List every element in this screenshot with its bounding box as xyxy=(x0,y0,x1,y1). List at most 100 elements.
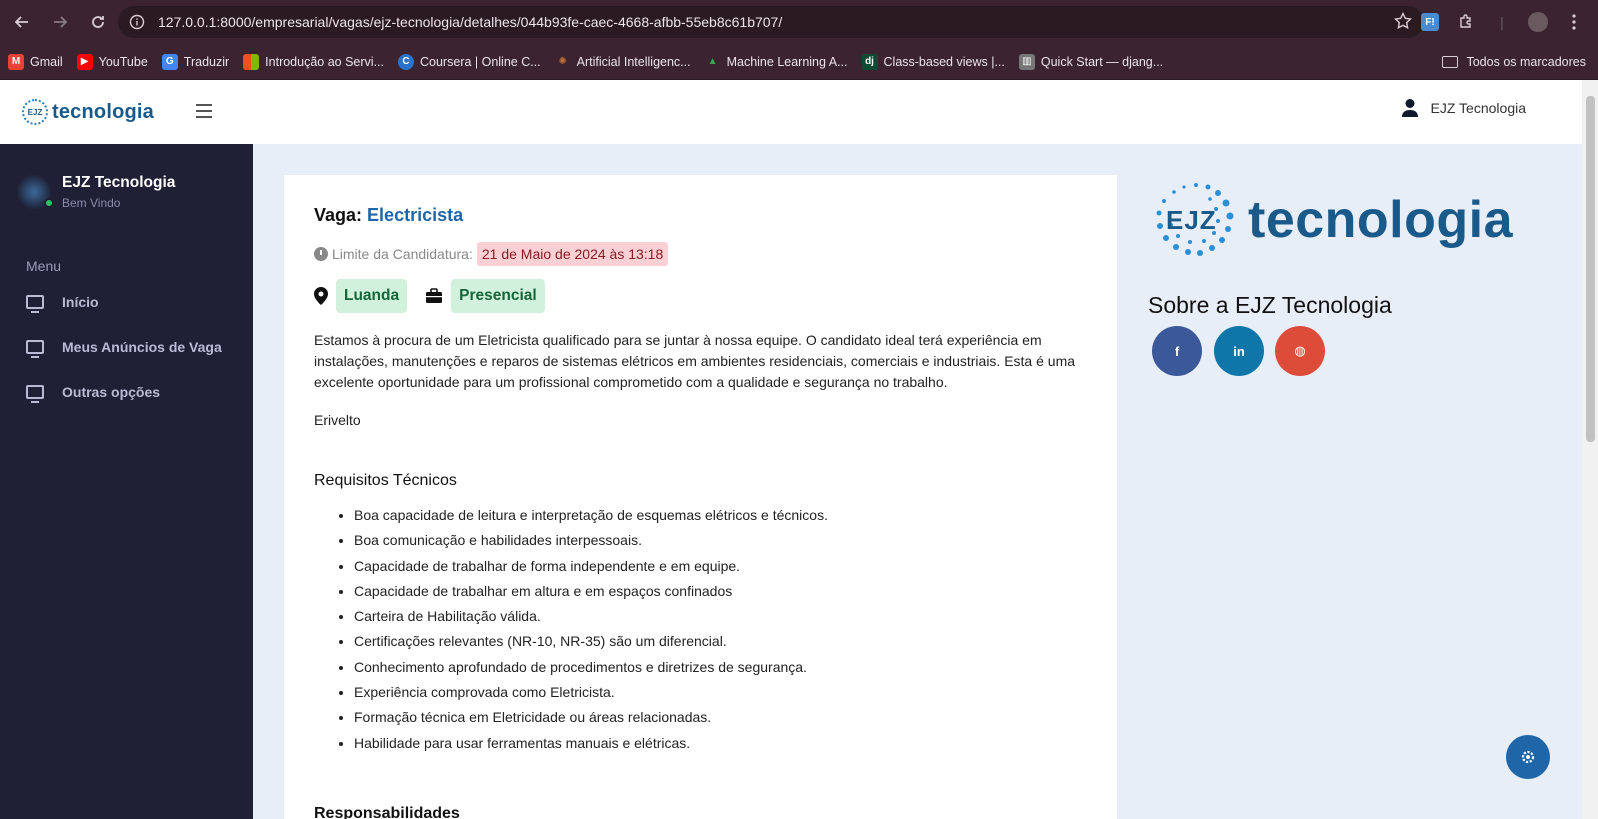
site-info-icon[interactable] xyxy=(126,11,148,33)
app-header: EJZ tecnologia EJZ Tecnologia xyxy=(0,80,1582,144)
sidebar-item-label: Meus Anúncios de Vaga xyxy=(62,339,222,355)
job-tags: Luanda Presencial xyxy=(314,279,563,313)
bookmark-label: Gmail xyxy=(30,54,63,69)
online-status-dot xyxy=(44,198,54,208)
location-badge: Luanda xyxy=(336,279,408,313)
bookmark-label: Machine Learning A... xyxy=(726,54,848,69)
user-menu[interactable]: EJZ Tecnologia xyxy=(1401,98,1526,118)
user-name: EJZ Tecnologia xyxy=(1430,100,1526,116)
requirements-title: Requisitos Técnicos xyxy=(314,472,457,489)
company-logo-mark-text: EJZ xyxy=(1166,205,1217,235)
bookmark-ml[interactable]: ▲ Machine Learning A... xyxy=(705,54,848,70)
list-item: Conhecimento aprofundado de procedimento… xyxy=(354,657,828,682)
gear-icon xyxy=(1521,750,1535,764)
menu-toggle-icon[interactable] xyxy=(196,104,212,118)
job-title-prefix: Vaga: xyxy=(314,205,363,225)
sidebar-item-label: Outras opções xyxy=(62,384,161,400)
translate-icon: G xyxy=(161,53,178,70)
docs-icon: ▥ xyxy=(1018,53,1035,70)
company-logo-mark: EJZ xyxy=(1150,181,1242,259)
coursera-icon: C xyxy=(398,53,414,70)
bookmark-label: Artificial Intelligenc... xyxy=(576,54,691,69)
folder-icon xyxy=(1442,56,1459,68)
gmail-icon: M xyxy=(8,53,24,70)
deadline-value: 21 de Maio de 2024 às 13:18 xyxy=(476,242,669,266)
list-item: Capacidade de trabalhar em altura e em e… xyxy=(354,581,828,606)
back-icon[interactable] xyxy=(4,4,40,40)
forward-icon[interactable] xyxy=(42,4,78,40)
bookmark-label: Coursera | Online C... xyxy=(420,54,541,69)
divider: | xyxy=(1500,14,1504,30)
site-logo[interactable]: EJZ tecnologia xyxy=(22,99,154,125)
list-item: Habilidade para usar ferramentas manuais… xyxy=(354,733,828,758)
bookmark-traduzir[interactable]: G Traduzir xyxy=(161,53,230,70)
linkedin-link[interactable]: in xyxy=(1214,326,1264,376)
bookmark-youtube[interactable]: ▶ YouTube xyxy=(76,53,148,70)
url-text[interactable]: 127.0.0.1:8000/empresarial/vagas/ejz-tec… xyxy=(158,14,782,30)
bookmark-label: Quick Start — djang... xyxy=(1040,54,1164,69)
bookmark-label: Traduzir xyxy=(183,54,230,69)
extension-translate-icon[interactable]: F! xyxy=(1416,8,1444,36)
location-pin-icon xyxy=(314,287,328,305)
youtube-icon: ▶ xyxy=(76,53,93,70)
bookmark-label: Introdução ao Servi... xyxy=(265,54,384,69)
django-icon: dj xyxy=(861,53,878,70)
sidebar-item-meus-anuncios[interactable]: Meus Anúncios de Vaga xyxy=(26,339,222,358)
monitor-icon xyxy=(26,340,44,358)
page-scrollbar[interactable] xyxy=(1582,80,1598,819)
bookmark-quickstart[interactable]: ▥ Quick Start — djang... xyxy=(1018,53,1164,70)
bookmark-ai[interactable]: ✺ Artificial Intelligenc... xyxy=(555,54,691,70)
responsibilities-title: Responsabilidades xyxy=(314,805,460,819)
bookmark-label: YouTube xyxy=(98,54,148,69)
list-item: Formação técnica em Eletricidade ou área… xyxy=(354,707,828,732)
sidebar-item-label: Início xyxy=(62,294,99,310)
job-title-name: Electricista xyxy=(367,205,464,225)
clock-icon xyxy=(314,247,328,261)
list-item: Boa capacidade de leitura e interpretaçã… xyxy=(354,505,828,530)
company-logo: EJZ tecnologia xyxy=(1150,180,1540,260)
list-item: Carteira de Habilitação válida. xyxy=(354,606,828,631)
profile-avatar-icon[interactable] xyxy=(1524,8,1552,36)
job-signature: Erivelto xyxy=(314,412,361,428)
bookmark-star-icon[interactable] xyxy=(1393,11,1413,35)
deadline-label: Limite da Candidatura: xyxy=(332,246,473,262)
reload-icon[interactable] xyxy=(80,4,116,40)
settings-fab-button[interactable] xyxy=(1506,735,1550,779)
job-detail-card: Vaga: Electricista Limite da Candidatura… xyxy=(284,175,1117,819)
monitor-icon xyxy=(26,385,44,403)
linkedin-icon: in xyxy=(1233,343,1245,359)
company-logo-word: tecnologia xyxy=(1248,191,1514,249)
microsoft-icon xyxy=(243,53,260,70)
bookmark-django-cbv[interactable]: dj Class-based views |... xyxy=(861,53,1005,70)
logo-mark: EJZ xyxy=(22,99,48,125)
chrome-menu-icon[interactable] xyxy=(1560,8,1588,36)
facebook-link[interactable]: f xyxy=(1152,326,1202,376)
sidebar-item-outras-opcoes[interactable]: Outras opções xyxy=(26,384,161,403)
monitor-icon xyxy=(26,295,44,313)
sidebar-profile-name: EJZ Tecnologia xyxy=(62,174,176,191)
facebook-icon: f xyxy=(1174,343,1180,359)
extensions-puzzle-icon[interactable] xyxy=(1452,8,1480,36)
all-bookmarks[interactable]: Todos os marcadores xyxy=(1442,44,1586,80)
sidebar-menu-label: Menu xyxy=(26,258,62,274)
requirements-list: Boa capacidade de leitura e interpretaçã… xyxy=(354,505,828,758)
sidebar-profile: EJZ Tecnologia Bem Vindo xyxy=(16,174,175,210)
list-item: Experiência comprovada como Eletricista. xyxy=(354,682,828,707)
globe-icon: ◍ xyxy=(1294,343,1306,358)
bookmark-gmail[interactable]: M Gmail xyxy=(8,53,63,70)
briefcase-icon xyxy=(426,288,443,303)
list-item: Capacidade de trabalhar de forma indepen… xyxy=(354,556,828,581)
bookmark-introducao[interactable]: Introdução ao Servi... xyxy=(243,53,384,70)
drive-icon: ▲ xyxy=(707,56,718,67)
bookmark-label: Class-based views |... xyxy=(883,54,1005,69)
job-title: Vaga: Electricista xyxy=(314,205,463,226)
website-link[interactable]: ◍ xyxy=(1275,326,1325,376)
scrollbar-thumb[interactable] xyxy=(1586,96,1595,442)
sidebar-item-inicio[interactable]: Início xyxy=(26,294,99,313)
bookmark-coursera[interactable]: C Coursera | Online C... xyxy=(398,53,541,70)
address-bar[interactable]: 127.0.0.1:8000/empresarial/vagas/ejz-tec… xyxy=(118,6,1424,38)
sidebar-profile-sub: Bem Vindo xyxy=(62,196,121,210)
all-bookmarks-label: Todos os marcadores xyxy=(1466,55,1586,69)
user-icon xyxy=(1401,99,1418,117)
sidebar: EJZ Tecnologia Bem Vindo Menu Início Meu… xyxy=(0,144,253,819)
